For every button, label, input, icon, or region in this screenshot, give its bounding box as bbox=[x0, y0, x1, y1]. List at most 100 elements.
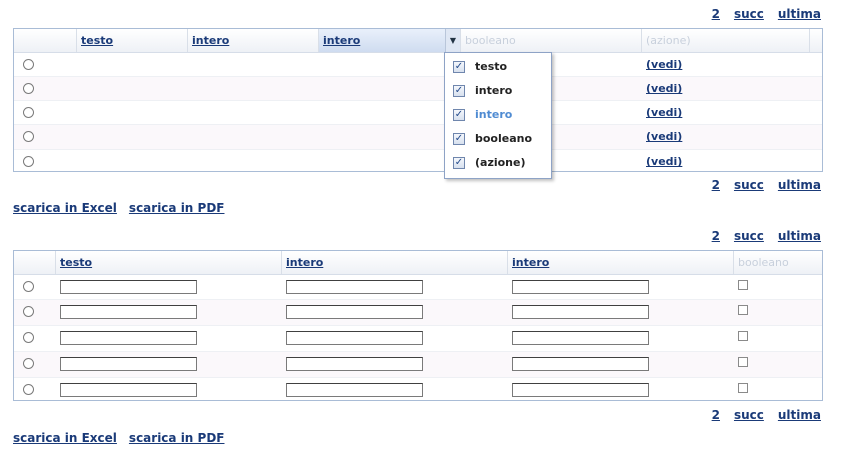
text-input-intero-1[interactable] bbox=[286, 280, 423, 294]
boolean-checkbox[interactable] bbox=[738, 331, 748, 341]
text-input-intero-1[interactable] bbox=[286, 305, 423, 319]
pager-next-link[interactable]: succ bbox=[734, 229, 764, 243]
pager-next-link[interactable]: succ bbox=[734, 408, 764, 422]
pager-page-link[interactable]: 2 bbox=[712, 7, 720, 21]
pager-top-1: 2 succ ultima bbox=[712, 7, 821, 21]
pager-page-link[interactable]: 2 bbox=[712, 408, 720, 422]
menu-item-testo[interactable]: ✓ testo bbox=[445, 55, 551, 79]
row-select-radio[interactable] bbox=[23, 156, 34, 167]
boolean-checkbox[interactable] bbox=[738, 357, 748, 367]
text-input-testo[interactable] bbox=[60, 305, 197, 319]
text-input-intero-2[interactable] bbox=[512, 383, 649, 397]
header-select-cell bbox=[14, 29, 76, 52]
row-select-radio[interactable] bbox=[23, 281, 34, 292]
pager-page-link[interactable]: 2 bbox=[712, 178, 720, 192]
header-col-testo[interactable]: testo bbox=[55, 251, 281, 274]
header-col-intero-1[interactable]: intero bbox=[187, 29, 318, 52]
header-col-testo[interactable]: testo bbox=[76, 29, 187, 52]
export-pdf-link[interactable]: scarica in PDF bbox=[129, 431, 225, 445]
menu-item-booleano[interactable]: ✓ booleano bbox=[445, 127, 551, 151]
menu-item-label: intero bbox=[475, 108, 513, 121]
row-select-radio[interactable] bbox=[23, 59, 34, 70]
export-links-2: scarica in Excel scarica in PDF bbox=[13, 431, 224, 445]
data-grid-1: testo intero intero ▼ booleano (azione) (… bbox=[13, 28, 823, 172]
row-view-link[interactable]: (vedi) bbox=[646, 106, 682, 119]
header-scroll-spacer bbox=[809, 29, 822, 52]
text-input-intero-1[interactable] bbox=[286, 383, 423, 397]
table-row[interactable]: (vedi) bbox=[14, 53, 822, 77]
boolean-checkbox[interactable] bbox=[738, 305, 748, 315]
text-input-intero-2[interactable] bbox=[512, 280, 649, 294]
row-view-link[interactable]: (vedi) bbox=[646, 155, 682, 168]
row-select-radio[interactable] bbox=[23, 384, 34, 395]
checkbox-checked-icon[interactable]: ✓ bbox=[453, 61, 465, 73]
row-view-link[interactable]: (vedi) bbox=[646, 58, 682, 71]
boolean-checkbox[interactable] bbox=[738, 383, 748, 393]
header-col-intero-1[interactable]: intero bbox=[281, 251, 507, 274]
pager-last-link[interactable]: ultima bbox=[778, 408, 821, 422]
row-select-radio[interactable] bbox=[23, 306, 34, 317]
menu-item-label: (azione) bbox=[475, 156, 526, 169]
pager-page-link[interactable]: 2 bbox=[712, 229, 720, 243]
pager-next-link[interactable]: succ bbox=[734, 178, 764, 192]
text-input-testo[interactable] bbox=[60, 383, 197, 397]
export-excel-link[interactable]: scarica in Excel bbox=[13, 431, 117, 445]
table-row[interactable]: (vedi) bbox=[14, 150, 822, 173]
table-row[interactable] bbox=[14, 326, 822, 352]
checkbox-checked-icon[interactable]: ✓ bbox=[453, 133, 465, 145]
text-input-testo[interactable] bbox=[60, 331, 197, 345]
header-col-azione[interactable]: (azione) bbox=[641, 29, 809, 52]
menu-item-label: testo bbox=[475, 60, 508, 73]
text-input-intero-1[interactable] bbox=[286, 357, 423, 371]
row-view-link[interactable]: (vedi) bbox=[646, 130, 682, 143]
table-row[interactable] bbox=[14, 378, 822, 403]
text-input-intero-2[interactable] bbox=[512, 305, 649, 319]
table-row[interactable] bbox=[14, 300, 822, 326]
column-menu-trigger-icon[interactable]: ▼ bbox=[445, 29, 460, 52]
header-col-intero-2[interactable]: intero bbox=[507, 251, 733, 274]
text-input-intero-2[interactable] bbox=[512, 357, 649, 371]
checkbox-checked-icon[interactable]: ✓ bbox=[453, 85, 465, 97]
export-pdf-link[interactable]: scarica in PDF bbox=[129, 201, 225, 215]
table-row[interactable]: (vedi) bbox=[14, 77, 822, 101]
menu-item-intero-2[interactable]: ✓ intero bbox=[445, 103, 551, 127]
export-excel-link[interactable]: scarica in Excel bbox=[13, 201, 117, 215]
text-input-intero-1[interactable] bbox=[286, 331, 423, 345]
menu-item-intero-1[interactable]: ✓ intero bbox=[445, 79, 551, 103]
table-row[interactable]: (vedi) bbox=[14, 125, 822, 150]
pager-last-link[interactable]: ultima bbox=[778, 7, 821, 21]
grid-body bbox=[14, 275, 822, 403]
row-select-radio[interactable] bbox=[23, 107, 34, 118]
row-select-radio[interactable] bbox=[23, 332, 34, 343]
pager-next-link[interactable]: succ bbox=[734, 7, 764, 21]
table-row[interactable] bbox=[14, 275, 822, 300]
column-chooser-menu: ✓ testo ✓ intero ✓ intero ✓ booleano ✓ (… bbox=[444, 52, 552, 179]
grid-header: testo intero intero booleano bbox=[14, 251, 822, 275]
pager-last-link[interactable]: ultima bbox=[778, 229, 821, 243]
grid-header: testo intero intero ▼ booleano (azione) bbox=[14, 29, 822, 53]
boolean-checkbox[interactable] bbox=[738, 280, 748, 290]
pager-bottom-2: 2 succ ultima bbox=[712, 408, 821, 422]
pager-bottom-1: 2 succ ultima bbox=[712, 178, 821, 192]
checkbox-checked-icon[interactable]: ✓ bbox=[453, 109, 465, 121]
text-input-testo[interactable] bbox=[60, 357, 197, 371]
checkbox-checked-icon[interactable]: ✓ bbox=[453, 157, 465, 169]
header-col-booleano[interactable]: booleano bbox=[460, 29, 641, 52]
table-row[interactable] bbox=[14, 352, 822, 378]
text-input-intero-2[interactable] bbox=[512, 331, 649, 345]
menu-item-azione[interactable]: ✓ (azione) bbox=[445, 151, 551, 175]
menu-item-label: booleano bbox=[475, 132, 533, 145]
pager-top-2: 2 succ ultima bbox=[712, 229, 821, 243]
row-select-radio[interactable] bbox=[23, 131, 34, 142]
grid-body: (vedi) (vedi) (vedi) (vedi) (vedi) bbox=[14, 53, 822, 173]
row-select-radio[interactable] bbox=[23, 83, 34, 94]
row-view-link[interactable]: (vedi) bbox=[646, 82, 682, 95]
row-select-radio[interactable] bbox=[23, 358, 34, 369]
export-links-1: scarica in Excel scarica in PDF bbox=[13, 201, 224, 215]
header-col-intero-2[interactable]: intero ▼ bbox=[318, 29, 460, 52]
table-row[interactable]: (vedi) bbox=[14, 101, 822, 125]
pager-last-link[interactable]: ultima bbox=[778, 178, 821, 192]
header-col-booleano[interactable]: booleano bbox=[733, 251, 822, 274]
header-select-cell bbox=[14, 251, 55, 274]
text-input-testo[interactable] bbox=[60, 280, 197, 294]
